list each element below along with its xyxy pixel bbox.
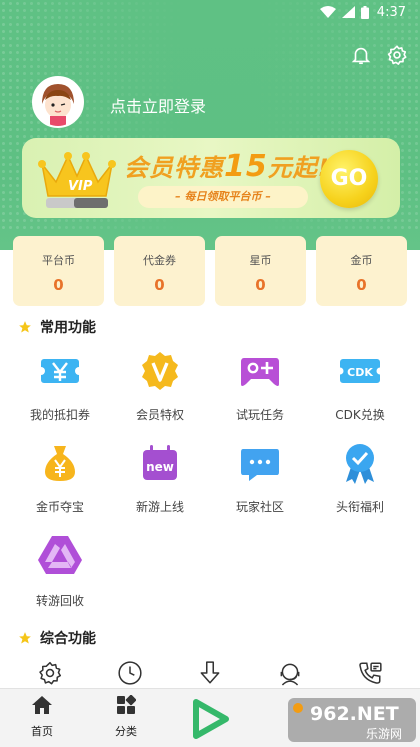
common-item-vip[interactable]: 会员特权 xyxy=(110,350,210,442)
common-item-community[interactable]: 玩家社区 xyxy=(210,442,310,534)
header-actions xyxy=(350,44,408,66)
wallet-label: 星币 xyxy=(249,254,272,267)
tab-category-label: 分类 xyxy=(115,725,137,738)
svg-text:CDK: CDK xyxy=(347,366,373,379)
settings-icon xyxy=(39,661,62,685)
cdk-icon: CDK xyxy=(336,359,384,383)
money-bag-icon xyxy=(45,446,75,481)
settings-icon[interactable] xyxy=(386,44,408,66)
vip-go-button[interactable]: GO xyxy=(320,150,378,208)
wallet-value: 0 xyxy=(356,276,367,294)
signal-icon xyxy=(341,6,355,18)
avatar[interactable] xyxy=(32,76,84,128)
medal-icon xyxy=(346,444,374,484)
avatar-cartoon xyxy=(34,78,82,126)
common-item-gold-treasure[interactable]: 金币夺宝 xyxy=(10,442,110,534)
clock-icon xyxy=(118,661,142,685)
tab-category[interactable]: 分类 xyxy=(84,689,168,747)
general-item-history[interactable] xyxy=(90,660,170,686)
wallet-value: 0 xyxy=(255,276,266,294)
wifi-icon xyxy=(319,6,336,18)
new-game-icon: new xyxy=(143,445,177,480)
vip-banner[interactable]: VIP 会员特惠15元起! – 每日领取平台币 – GO xyxy=(22,138,400,218)
common-item-recycle[interactable]: 转游回收 xyxy=(10,534,110,626)
wallet-card-star-coin[interactable]: 星币 0 xyxy=(215,236,306,306)
gamepad-icon xyxy=(241,358,279,386)
general-row xyxy=(10,660,410,686)
common-item-label: 玩家社区 xyxy=(235,500,284,514)
login-link[interactable]: 点击立即登录 xyxy=(110,93,206,117)
status-icons xyxy=(319,5,369,19)
general-section-title: 综合功能 xyxy=(18,628,96,648)
battery-icon xyxy=(360,5,369,19)
common-item-label: CDK兑换 xyxy=(335,408,385,422)
star-icon xyxy=(19,321,31,333)
general-item-downloads[interactable] xyxy=(170,660,250,686)
wallet-card-platform-coin[interactable]: 平台币 0 xyxy=(13,236,104,306)
wallet-card-voucher[interactable]: 代金券 0 xyxy=(114,236,205,306)
general-title-text: 综合功能 xyxy=(40,631,96,647)
phone-icon xyxy=(359,662,382,684)
vip-subtitle: – 每日领取平台币 – xyxy=(138,186,308,208)
wallet-value: 0 xyxy=(53,276,64,294)
chat-icon xyxy=(241,449,279,481)
vip-title-prefix: 会员特惠 xyxy=(124,154,224,182)
customer-service-icon xyxy=(280,663,300,686)
watermark-logo: 962.NET 乐游网 xyxy=(288,694,416,744)
general-item-settings[interactable] xyxy=(10,660,90,686)
svg-text:962.NET: 962.NET xyxy=(310,703,399,725)
common-item-label: 新游上线 xyxy=(135,500,184,514)
common-item-coupon[interactable]: 我的抵扣券 xyxy=(10,350,110,442)
wallet-label: 平台币 xyxy=(42,254,75,267)
vip-title-amount: 15 xyxy=(224,149,268,184)
download-icon xyxy=(200,661,220,684)
wallet-label: 代金券 xyxy=(143,254,176,267)
play-icon[interactable] xyxy=(188,699,232,739)
common-item-label: 我的抵扣券 xyxy=(29,408,90,422)
wallet-card-gold-coin[interactable]: 金币 0 xyxy=(316,236,407,306)
common-item-label: 金币夺宝 xyxy=(35,500,84,514)
status-time: 4:37 xyxy=(376,4,406,20)
svg-text:new: new xyxy=(146,460,174,474)
general-item-customer-service[interactable] xyxy=(250,660,330,686)
vip-badge-text: VIP xyxy=(68,179,93,194)
common-item-label: 试玩任务 xyxy=(235,408,284,422)
category-icon xyxy=(117,694,137,714)
recycle-icon xyxy=(38,536,82,574)
common-item-trial-task[interactable]: 试玩任务 xyxy=(210,350,310,442)
coupon-icon xyxy=(37,359,83,383)
common-item-label: 转游回收 xyxy=(35,594,84,608)
general-item-contact[interactable] xyxy=(330,660,410,686)
common-item-cdk[interactable]: CDK CDK兑换 xyxy=(310,350,410,442)
tab-home[interactable]: 首页 xyxy=(0,689,84,747)
common-section-title: 常用功能 xyxy=(18,317,96,337)
common-item-label: 头衔福利 xyxy=(335,500,384,514)
svg-text:乐游网: 乐游网 xyxy=(366,727,402,741)
common-item-new-games[interactable]: new 新游上线 xyxy=(110,442,210,534)
watermark-graphic: 962.NET 乐游网 xyxy=(288,698,416,742)
common-item-label: 会员特权 xyxy=(135,408,184,422)
star-icon xyxy=(19,632,31,644)
home-icon xyxy=(32,696,52,714)
wallet-cards: 平台币 0 代金券 0 星币 0 金币 0 xyxy=(13,236,407,306)
tab-home-label: 首页 xyxy=(31,725,53,738)
vip-badge-icon xyxy=(142,352,178,390)
vip-title: 会员特惠15元起! xyxy=(124,148,330,184)
wallet-label: 金币 xyxy=(350,254,373,267)
common-title-text: 常用功能 xyxy=(40,320,96,336)
status-bar: 4:37 xyxy=(0,0,420,24)
profile-header: 4:37 点击立即登录 VIP 会员特惠15元起! – 每日领取平台币 – GO xyxy=(0,0,420,250)
wallet-value: 0 xyxy=(154,276,165,294)
common-item-title-benefit[interactable]: 头衔福利 xyxy=(310,442,410,534)
common-grid: 我的抵扣券 会员特权 试玩任务 CDK CDK兑换 金币夺宝 new 新游上线 … xyxy=(10,350,410,626)
bell-icon[interactable] xyxy=(350,44,372,66)
